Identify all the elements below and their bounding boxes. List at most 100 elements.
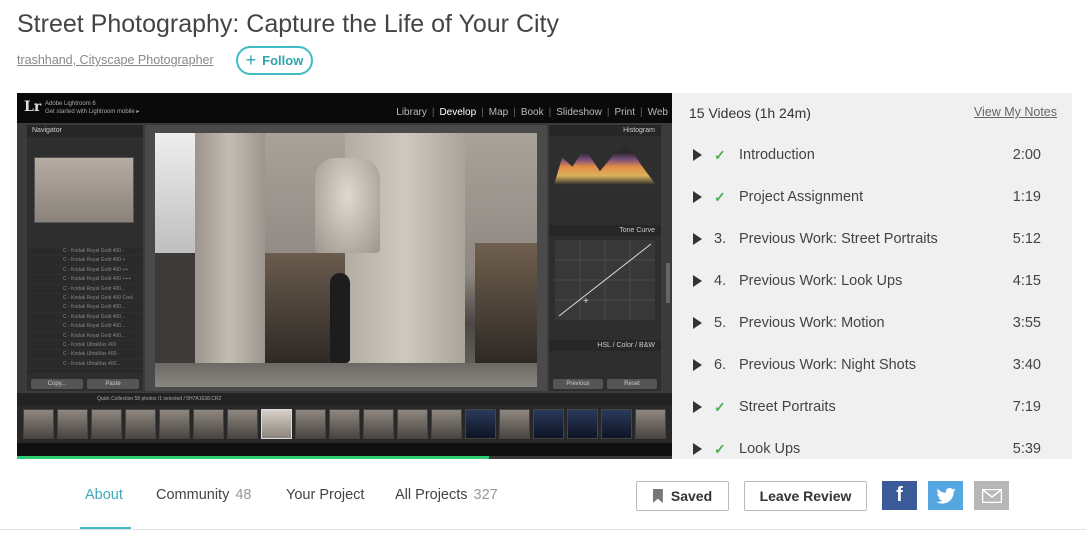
filmstrip xyxy=(17,405,672,443)
play-icon[interactable] xyxy=(693,359,702,371)
module-separator: | xyxy=(640,107,643,118)
preset-item: C - Kodak Royal Gold 400... xyxy=(27,332,143,341)
email-share-button[interactable] xyxy=(974,481,1009,510)
lightroom-module-develop: Develop xyxy=(439,107,477,118)
tab-about[interactable]: About xyxy=(85,487,123,503)
play-icon[interactable] xyxy=(693,401,702,413)
lightroom-module-map: Map xyxy=(488,107,509,118)
video-list-item[interactable]: ✓ Street Portraits 7:19 xyxy=(672,386,1072,428)
video-list-item[interactable]: 5. Previous Work: Motion 3:55 xyxy=(672,302,1072,344)
panel-scrollbar xyxy=(666,263,670,303)
saved-label: Saved xyxy=(670,488,713,504)
lightroom-module-library: Library xyxy=(396,107,427,118)
video-title: Previous Work: Night Shots xyxy=(739,357,917,373)
module-separator: | xyxy=(481,107,484,118)
lightroom-workspace: Navigator C - Kodak Royal Gold 400 -C - … xyxy=(17,123,672,393)
module-separator: | xyxy=(606,107,610,118)
lightroom-subtitle-line1: Adobe Lightroom 6 xyxy=(45,101,96,107)
lightroom-module-book: Book xyxy=(520,107,544,118)
tab-community-count: 48 xyxy=(235,487,252,503)
tabs-divider xyxy=(0,529,1086,530)
play-icon[interactable] xyxy=(693,317,702,329)
preset-item: C - Kodak Royal Gold 400 +++ xyxy=(27,275,143,285)
saved-button[interactable]: Saved xyxy=(636,481,729,511)
preset-item: C - Kodak Royal Gold 400... xyxy=(27,285,143,294)
paste-button: Paste xyxy=(87,379,139,389)
video-title: Introduction xyxy=(739,147,815,163)
video-player[interactable]: Lr Adobe Lightroom 6 Get started with Li… xyxy=(17,93,672,459)
leave-review-button[interactable]: Leave Review xyxy=(744,481,867,511)
preset-item: C - Kodak Royal Gold 400... xyxy=(27,313,143,323)
video-list-item[interactable]: 6. Previous Work: Night Shots 3:40 xyxy=(672,344,1072,386)
play-icon[interactable] xyxy=(693,233,702,245)
tab-all-projects-count: 327 xyxy=(473,487,498,503)
tab-about-label: About xyxy=(85,487,123,503)
play-icon[interactable] xyxy=(693,191,702,203)
check-icon: ✓ xyxy=(714,398,726,415)
play-icon[interactable] xyxy=(693,443,702,455)
module-separator: | xyxy=(513,107,516,118)
video-title: Street Portraits xyxy=(739,399,836,415)
video-list: 15 Videos (1h 24m) View My Notes ✓ Introd… xyxy=(672,93,1072,459)
bookmark-icon xyxy=(652,489,663,503)
course-tabs: About Community 48 Your Project All Proje… xyxy=(0,470,1086,530)
video-list-item[interactable]: ✓ Introduction 2:00 xyxy=(672,134,1072,176)
lightroom-module-print: Print xyxy=(614,107,635,118)
tab-your-project[interactable]: Your Project xyxy=(286,487,364,503)
video-list-item[interactable]: 4. Previous Work: Look Ups 4:15 xyxy=(672,260,1072,302)
tab-all-projects-label: All Projects xyxy=(395,487,468,503)
preset-item: C - Kodak UltraMax 400 - xyxy=(27,350,143,360)
video-duration: 1:19 xyxy=(1012,189,1041,205)
course-title: Street Photography: Capture the Life of … xyxy=(17,10,560,38)
video-duration: 5:39 xyxy=(1012,441,1041,457)
facebook-share-button[interactable]: f xyxy=(882,481,917,510)
author-link[interactable]: trashhand, Cityscape Photographer xyxy=(17,53,214,67)
hsl-header: HSL / Color / B&W xyxy=(549,340,661,351)
video-number: 6. xyxy=(714,357,727,373)
preset-item: C - Kodak Royal Gold 400 - xyxy=(27,247,143,257)
preset-item: C - Kodak UltraMax 400 xyxy=(27,341,143,351)
view-notes-link[interactable]: View My Notes xyxy=(974,105,1057,119)
video-title: Previous Work: Street Portraits xyxy=(739,231,938,247)
play-icon[interactable] xyxy=(693,275,702,287)
svg-text:+: + xyxy=(583,296,589,307)
video-number: 5. xyxy=(714,315,727,331)
right-panel: Histogram Tone Curve + HSL / Color / B&W… xyxy=(549,125,661,391)
lightroom-topbar: Lr Adobe Lightroom 6 Get started with Li… xyxy=(17,93,672,123)
tab-community-label: Community xyxy=(156,487,230,503)
video-number: 3. xyxy=(714,231,727,247)
follow-button[interactable]: + Follow xyxy=(236,46,313,75)
twitter-share-button[interactable] xyxy=(928,481,963,510)
lightroom-subtitle-line2: Get started with Lightroom mobile ▸ xyxy=(45,109,140,115)
tone-curve-header: Tone Curve xyxy=(549,225,661,236)
progress-track[interactable] xyxy=(17,456,672,459)
video-duration: 3:40 xyxy=(1012,357,1041,373)
tone-curve-graph: + xyxy=(555,240,655,320)
street-photo xyxy=(155,133,537,387)
lightroom-modules: Library | Develop | Map | Book | Slideshow | Print… xyxy=(396,107,668,118)
histogram-header: Histogram xyxy=(549,125,661,136)
photo-area xyxy=(145,125,547,391)
video-duration: 4:15 xyxy=(1012,273,1041,289)
tab-community[interactable]: Community 48 xyxy=(156,487,251,503)
video-duration: 5:12 xyxy=(1012,231,1041,247)
video-list-item[interactable]: ✓ Project Assignment 1:19 xyxy=(672,176,1072,218)
check-icon: ✓ xyxy=(714,188,726,205)
histogram xyxy=(554,143,656,185)
lightroom-logo: Lr xyxy=(24,99,42,115)
tab-all-projects[interactable]: All Projects 327 xyxy=(395,487,498,503)
check-icon: ✓ xyxy=(714,146,726,163)
previous-button: Previous xyxy=(553,379,603,389)
video-list-item[interactable]: ✓ Look Ups 5:39 xyxy=(672,428,1072,459)
play-icon[interactable] xyxy=(693,149,702,161)
preset-item: C - Kodak Royal Gold 400 + xyxy=(27,256,143,266)
preset-item: C - Kodak Royal Gold 400... xyxy=(27,303,143,313)
facebook-icon: f xyxy=(896,484,903,506)
lightroom-subtitle: Adobe Lightroom 6 Get started with Light… xyxy=(45,100,139,116)
video-title: Previous Work: Look Ups xyxy=(739,273,903,289)
lightroom-module-slideshow: Slideshow xyxy=(556,107,602,118)
video-duration: 2:00 xyxy=(1012,147,1041,163)
video-list-item[interactable]: 3. Previous Work: Street Portraits 5:12 xyxy=(672,218,1072,260)
progress-fill xyxy=(17,456,489,459)
navigator-header: Navigator xyxy=(27,125,143,137)
